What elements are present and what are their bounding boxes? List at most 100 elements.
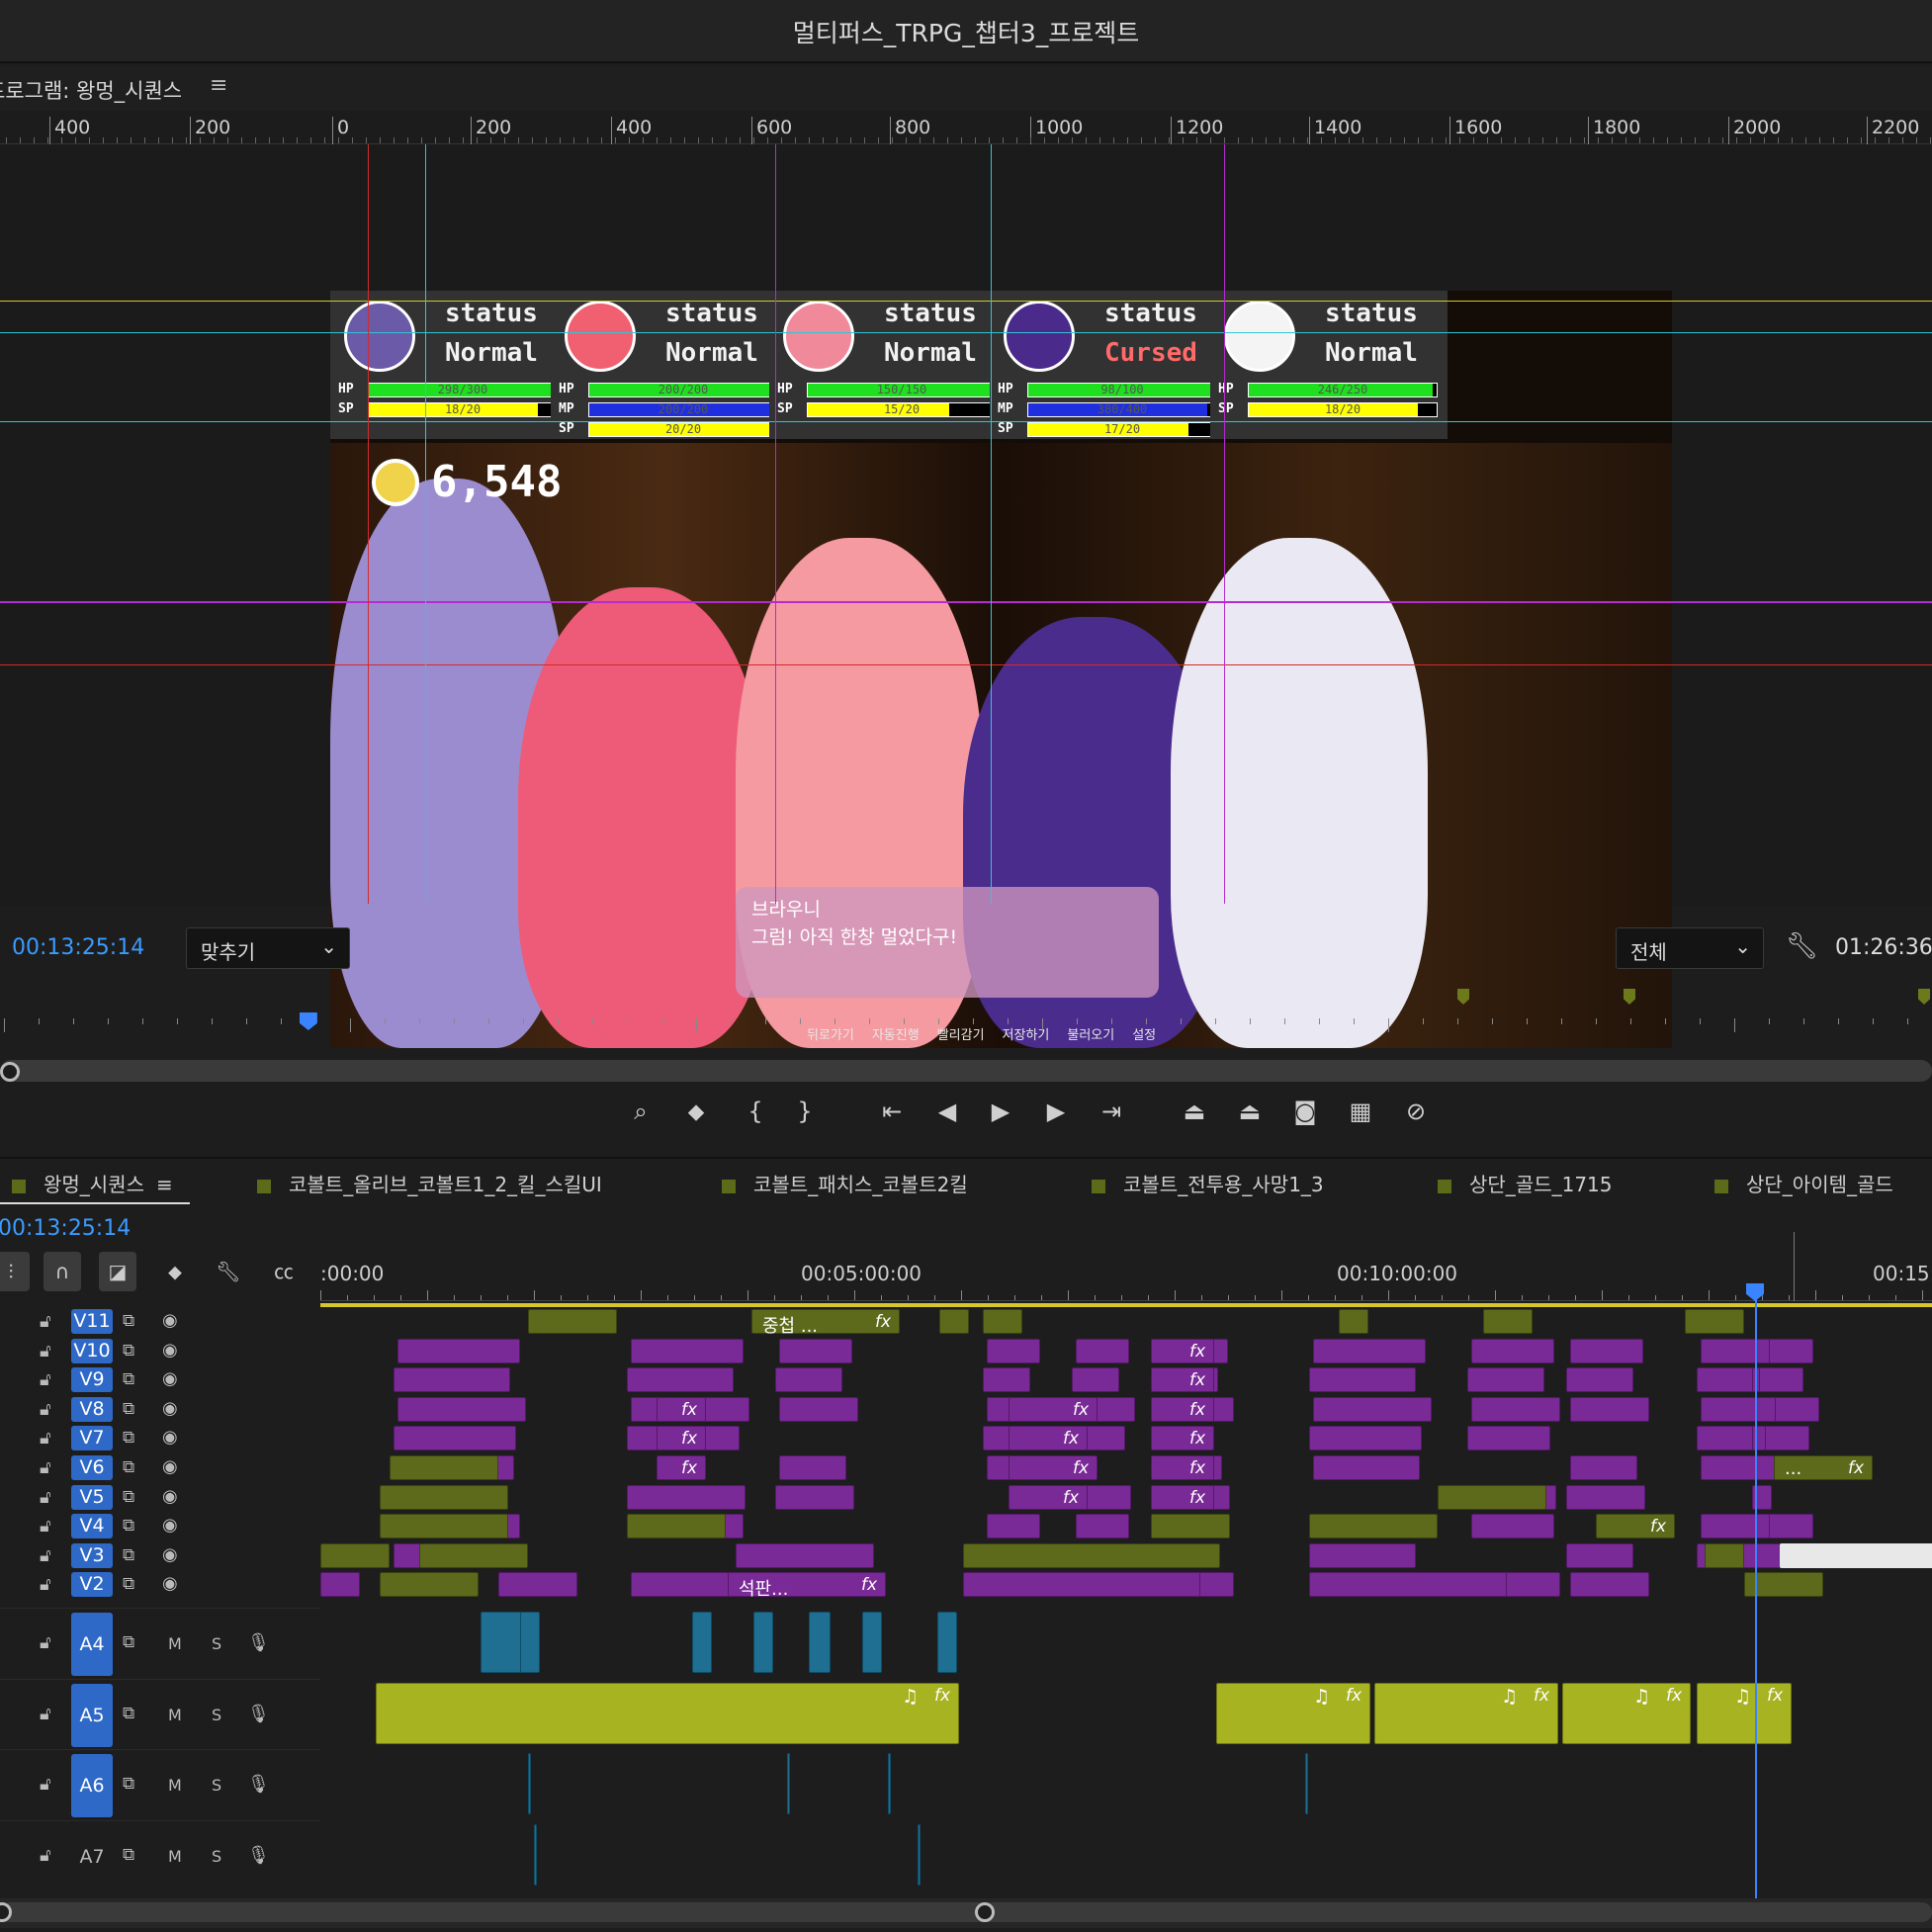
timeline-clip[interactable] [1756, 1396, 1776, 1422]
monitor-scrub-bar[interactable] [0, 1060, 1932, 1082]
sync-lock-icon[interactable]: ⧉ [123, 1774, 134, 1794]
timeline-clip[interactable]: fx [657, 1396, 706, 1422]
timeline-clip[interactable] [1309, 1367, 1416, 1393]
timeline-clip[interactable] [1570, 1572, 1649, 1598]
sequence-tab[interactable]: 상단_골드_1715 [1438, 1169, 1613, 1197]
timeline-clip[interactable] [1471, 1396, 1560, 1422]
timeline-clip[interactable] [1566, 1484, 1645, 1510]
timeline-clip[interactable]: fx ♫ [1562, 1682, 1691, 1744]
timeline-clip[interactable] [862, 1612, 882, 1673]
insert-icon[interactable]: ▦ [1341, 1098, 1380, 1125]
timeline-clip[interactable]: fx [657, 1455, 706, 1480]
timeline-clip[interactable] [627, 1367, 734, 1393]
sync-lock-icon[interactable]: ⧉ [123, 1632, 134, 1652]
sequence-tab[interactable]: 코볼트_올리브_코볼트1_2_킬_스킬UI [257, 1169, 602, 1197]
timeline-clip[interactable] [753, 1612, 773, 1673]
timeline-clip[interactable] [1697, 1367, 1803, 1393]
solo-button[interactable]: S [212, 1706, 221, 1724]
track-label[interactable]: V2 [71, 1572, 113, 1598]
timeline-clip[interactable] [1570, 1338, 1643, 1363]
lift-icon[interactable]: ⏏ [1175, 1098, 1214, 1125]
timeline-timecode[interactable]: 00:13:25:14 [0, 1216, 131, 1241]
timeline-clip[interactable]: 중첩 ... fx [751, 1309, 900, 1337]
timeline-clip[interactable] [1467, 1367, 1544, 1393]
timeline-clip[interactable] [787, 1753, 790, 1814]
lock-icon[interactable]: 🔓︎ [40, 1774, 51, 1795]
timeline-clip[interactable] [775, 1484, 854, 1510]
timeline-clip[interactable] [775, 1367, 842, 1393]
timeline-clip[interactable] [1438, 1484, 1546, 1510]
monitor-playhead-icon[interactable] [299, 1012, 317, 1030]
program-monitor-label[interactable]: 프로그램: 왕멍_시퀀스 [0, 75, 182, 105]
lock-icon[interactable]: 🔓︎ [40, 1574, 51, 1595]
timeline-clip[interactable] [528, 1309, 617, 1334]
eye-icon[interactable]: ◉ [162, 1398, 178, 1419]
lock-icon[interactable]: 🔓︎ [40, 1845, 51, 1866]
timeline-clip[interactable]: fx ♫ [1216, 1682, 1370, 1744]
eye-icon[interactable]: ◉ [162, 1456, 178, 1477]
timeline-clip[interactable] [888, 1753, 891, 1814]
timeline-clip[interactable] [1151, 1514, 1230, 1539]
solo-button[interactable]: S [212, 1776, 221, 1795]
timeline-clip[interactable] [481, 1612, 524, 1673]
sequence-tab[interactable]: 상단_아이템_골드 [1714, 1169, 1893, 1197]
timeline-clip[interactable]: fx ♫ [1374, 1682, 1558, 1744]
timeline-clip[interactable]: fx [1596, 1514, 1675, 1539]
timeline-clip[interactable] [1076, 1514, 1129, 1539]
timeline-clip[interactable] [1467, 1426, 1550, 1451]
timeline-clip[interactable] [1685, 1309, 1744, 1334]
timeline-clip[interactable] [380, 1572, 479, 1598]
lock-icon[interactable]: 🔓︎ [40, 1428, 51, 1449]
zoom-fit-select[interactable]: 맞추기 ⌄ [186, 927, 350, 969]
timeline-clip[interactable] [1570, 1396, 1649, 1422]
timeline-scroll-right-handle[interactable] [975, 1902, 995, 1922]
sequence-tab[interactable]: 코볼트_전투용_사망1_3 [1092, 1169, 1324, 1197]
microphone-icon[interactable]: 🎙︎ [247, 1774, 270, 1795]
eye-icon[interactable]: ◉ [162, 1515, 178, 1536]
timeline-clip[interactable]: fx [657, 1426, 706, 1451]
solo-button[interactable]: S [212, 1847, 221, 1866]
sync-lock-icon[interactable]: ⧉ [123, 1487, 134, 1507]
timeline-clip[interactable] [320, 1572, 360, 1598]
track-label[interactable]: A5 [71, 1683, 113, 1747]
eye-icon[interactable]: ◉ [162, 1340, 178, 1361]
track-label[interactable]: V9 [71, 1367, 113, 1393]
wrench-icon[interactable]: 🔧︎ [1786, 931, 1818, 961]
timeline-playhead[interactable] [1755, 1287, 1757, 1900]
track-label[interactable]: V3 [71, 1542, 113, 1568]
go-to-out-icon[interactable]: ⇥ [1092, 1098, 1131, 1125]
solo-button[interactable]: S [212, 1634, 221, 1653]
track-label[interactable]: V10 [71, 1338, 113, 1363]
sync-lock-icon[interactable]: ⧉ [123, 1369, 134, 1389]
timeline-clip[interactable] [1756, 1338, 1770, 1363]
timeline-clip[interactable] [1756, 1514, 1770, 1539]
captions-icon[interactable]: ㏄ [265, 1252, 303, 1291]
track-label[interactable]: A4 [71, 1613, 113, 1676]
timeline-clip[interactable] [397, 1338, 520, 1363]
sequence-tab[interactable]: 코볼트_패치스_코볼트2킬 [722, 1169, 968, 1197]
timeline-clip[interactable] [983, 1309, 1022, 1334]
microphone-icon[interactable]: 🎙︎ [247, 1632, 270, 1653]
lock-icon[interactable]: 🔓︎ [40, 1457, 51, 1478]
snap-magnet-icon[interactable]: ∩ [44, 1252, 81, 1291]
timeline-clip[interactable]: fx [1151, 1338, 1214, 1363]
timeline-clip[interactable]: ... fx [1774, 1455, 1873, 1480]
timeline-clip[interactable]: fx [1151, 1367, 1214, 1393]
timeline-clip[interactable] [736, 1542, 874, 1568]
nest-icon[interactable]: ⫶ [0, 1252, 30, 1291]
sync-lock-icon[interactable]: ⧉ [123, 1457, 134, 1477]
timeline-clip[interactable] [987, 1514, 1040, 1539]
mute-button[interactable]: M [168, 1847, 182, 1866]
timeline-clip[interactable] [631, 1338, 744, 1363]
mark-out-icon[interactable]: } [785, 1098, 825, 1125]
lock-icon[interactable]: 🔓︎ [40, 1399, 51, 1420]
sync-lock-icon[interactable]: ⧉ [123, 1704, 134, 1723]
timeline-clip[interactable] [1305, 1753, 1308, 1814]
mark-in-icon[interactable]: { [736, 1098, 775, 1125]
timeline-clip[interactable]: fx [1151, 1455, 1214, 1480]
timeline-clip[interactable] [320, 1542, 390, 1568]
mute-button[interactable]: M [168, 1634, 182, 1653]
timeline-clip[interactable] [627, 1484, 746, 1510]
timeline-clip[interactable] [987, 1338, 1040, 1363]
add-marker-icon-zoom[interactable]: ⌕ [621, 1098, 660, 1125]
